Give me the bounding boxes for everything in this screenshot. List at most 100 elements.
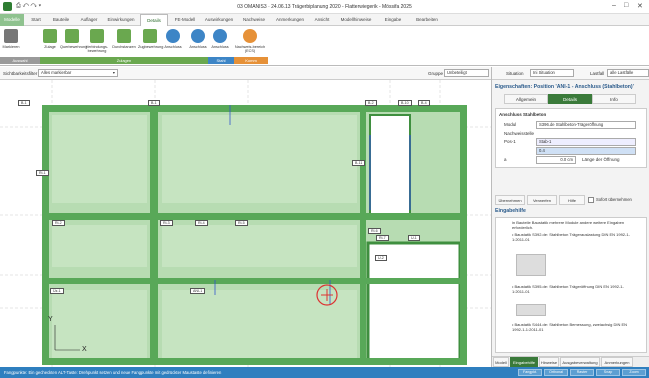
close-icon[interactable]: ✕ xyxy=(637,2,643,10)
ribbon-icon xyxy=(243,29,257,43)
tab-ansicht[interactable]: Ansicht xyxy=(310,14,334,26)
tab-modellhinweise[interactable]: Modellhinweise xyxy=(336,14,376,26)
plan-label[interactable]: B-11 xyxy=(352,160,366,166)
plan-label[interactable]: Ri-7 xyxy=(376,235,389,241)
minimize-icon[interactable]: – xyxy=(612,2,616,9)
plan-label[interactable]: Ri-5 xyxy=(235,220,248,226)
status-button[interactable]: Snap xyxy=(596,369,620,376)
plan-label[interactable]: B-2 xyxy=(365,100,377,106)
stab-value: Stab-1 xyxy=(539,139,552,144)
plan-label[interactable]: Ri-6 xyxy=(368,228,381,234)
tab-fe-modell[interactable]: FE-Modell xyxy=(170,14,200,26)
ribbon-button[interactable]: Querbewehrung xyxy=(60,29,88,59)
ribbon-button-label: Verbindungs-bewehrung xyxy=(85,45,109,54)
bottom-tab[interactable]: Modell xyxy=(493,357,509,367)
maximize-icon[interactable]: □ xyxy=(624,2,628,9)
loadcase-select[interactable]: alle Lastfälle xyxy=(607,69,649,77)
bottom-tabs: Modell Eingabehilfe Hinweise Ausgabeverwalt… xyxy=(492,356,649,367)
group-select[interactable]: Unbeteiligt xyxy=(444,69,489,77)
row-label: Pos-1 xyxy=(504,139,516,144)
plan-label[interactable]: B-4 xyxy=(418,100,430,106)
length-value: 0.0 cm xyxy=(560,157,573,162)
tab-start[interactable]: Start xyxy=(26,14,46,26)
tab-bearbeiten[interactable]: Bearbeiten xyxy=(410,14,444,26)
row-label: Nachweisstelle xyxy=(504,131,535,136)
tab-auflager[interactable]: Auflager xyxy=(76,14,102,26)
plan-label[interactable]: Ri-1 xyxy=(36,170,49,176)
ribbon-tabs: Modelle Start Bauteile Auflager Einwirkungen… xyxy=(0,14,649,26)
tab-anmerkungen[interactable]: Anmerkungen xyxy=(272,14,308,26)
value-field[interactable]: 0.4 xyxy=(536,147,636,155)
ribbon-button[interactable]: Markieren xyxy=(2,29,20,59)
tab-eingabe[interactable]: Eingabe xyxy=(378,14,408,26)
bottom-tab[interactable]: Eingabehilfe xyxy=(510,357,538,367)
plan-label[interactable]: U-2 xyxy=(375,255,387,261)
plan-label[interactable]: B-1 xyxy=(148,100,160,106)
plan-label[interactable]: B-1 xyxy=(18,100,30,106)
right-panel: Situation Ini Situation Lastfall alle La… xyxy=(491,67,649,367)
status-button[interactable]: Fangpkt. xyxy=(518,369,542,376)
axis-y-label: Y xyxy=(48,316,53,323)
ribbon-icon xyxy=(43,29,57,43)
plan-label[interactable]: ANI-1 xyxy=(190,288,206,294)
tab-allgemein[interactable]: Allgemein xyxy=(504,94,548,104)
ribbon-button-label: Zulage xyxy=(44,45,56,49)
situation-select[interactable]: Ini Situation xyxy=(530,69,574,77)
tab-auswirkungen[interactable]: Auswirkungen xyxy=(202,14,236,26)
discard-button[interactable]: Verwerfen xyxy=(527,195,557,205)
plan-label[interactable]: Ri-4 xyxy=(195,220,208,226)
ribbon-button[interactable]: Anschluss xyxy=(188,29,208,59)
ribbon-button[interactable]: Verbindungs-bewehrung xyxy=(84,29,110,59)
help-para: • Baustatik S444.de: Stahlbeton Bemessun… xyxy=(512,322,628,332)
tab-details[interactable]: Details xyxy=(548,94,592,104)
axis-x-label: X xyxy=(82,346,87,353)
ribbon-button[interactable]: Durchstanzen xyxy=(110,29,138,59)
tab-einwirkungen[interactable]: Einwirkungen xyxy=(104,14,138,26)
plan-label[interactable]: U-1 xyxy=(408,235,420,241)
window-title: 03 OMANIS3 · 24.06.13 Trägerbiplanung 20… xyxy=(237,4,412,10)
plan-canvas[interactable]: Y X B-1 B-1 B-2 B-10 B-4 B-11 Ri-1 Ri-2 Ri-3 Ri-4… xyxy=(0,80,491,367)
status-button[interactable]: Orthonal xyxy=(544,369,568,376)
situation-bar: Situation Ini Situation Lastfall alle La… xyxy=(492,67,649,80)
filter-value: Alles markierbar xyxy=(41,70,72,75)
ribbon-button[interactable]: Zugbewehrung xyxy=(138,29,164,59)
help-button[interactable]: Hilfe xyxy=(559,195,585,205)
ribbon-button-label: Durchstanzen xyxy=(112,45,136,49)
ribbon-button[interactable]: Anschluss xyxy=(162,29,184,59)
filter-select[interactable]: Alles markierbar ▾ xyxy=(38,69,118,77)
ribbon-button[interactable]: Anschluss xyxy=(208,29,232,59)
properties-box: Anschluss Stahlbeton Modul S396.de Stahl… xyxy=(495,108,647,168)
instant-apply-checkbox[interactable] xyxy=(588,197,594,203)
ribbon-icon xyxy=(166,29,180,43)
bottom-tab[interactable]: Ausgabeverwaltung xyxy=(560,357,600,367)
ribbon-button-label: Nachweis-bereich (ECS) xyxy=(234,45,266,54)
ribbon-button[interactable]: Nachweis-bereich (ECS) xyxy=(234,29,266,59)
ribbon-icon xyxy=(90,29,104,43)
help-para: in Bauteile Baustatik mehrere Module and… xyxy=(512,220,625,230)
status-button[interactable]: Zoom xyxy=(622,369,646,376)
stab-field[interactable]: Stab-1 xyxy=(536,138,636,146)
plan-label[interactable]: Ri-3 xyxy=(160,220,173,226)
ribbon-button[interactable]: Zulage xyxy=(40,29,60,59)
ribbon-button-label: Zugbewehrung xyxy=(138,45,164,49)
tab-details[interactable]: Details xyxy=(140,14,168,26)
tab-modelle[interactable]: Modelle xyxy=(0,14,24,26)
tab-info[interactable]: Info xyxy=(592,94,636,104)
properties-title: Eigenschaften: Position 'ANI-1 - Anschlu… xyxy=(495,84,634,90)
length-input[interactable]: 0.0 cm xyxy=(536,156,576,164)
row-label: a xyxy=(504,157,507,162)
ribbon-button-label: Querbewehrung xyxy=(60,45,88,49)
help-content: in Bauteile Baustatik mehrere Module and… xyxy=(495,217,647,353)
plan-label[interactable]: B-10 xyxy=(398,100,412,106)
loadcase-label: Lastfall xyxy=(590,71,605,76)
apply-button[interactable]: Übernehmen xyxy=(495,195,525,205)
value-text: 0.4 xyxy=(539,148,545,153)
tab-nachweise[interactable]: Nachweise xyxy=(238,14,270,26)
status-button[interactable]: Raster xyxy=(570,369,594,376)
tab-bauteile[interactable]: Bauteile xyxy=(48,14,74,26)
plan-label[interactable]: Ri-2 xyxy=(52,220,65,226)
bottom-tab[interactable]: Hinweise xyxy=(539,357,559,367)
bottom-tab[interactable]: Anmerkungen xyxy=(601,357,633,367)
plan-label[interactable]: Üz-1 xyxy=(50,288,64,294)
module-select[interactable]: S396.de Stahlbeton-Trägeröffnung xyxy=(536,121,636,129)
